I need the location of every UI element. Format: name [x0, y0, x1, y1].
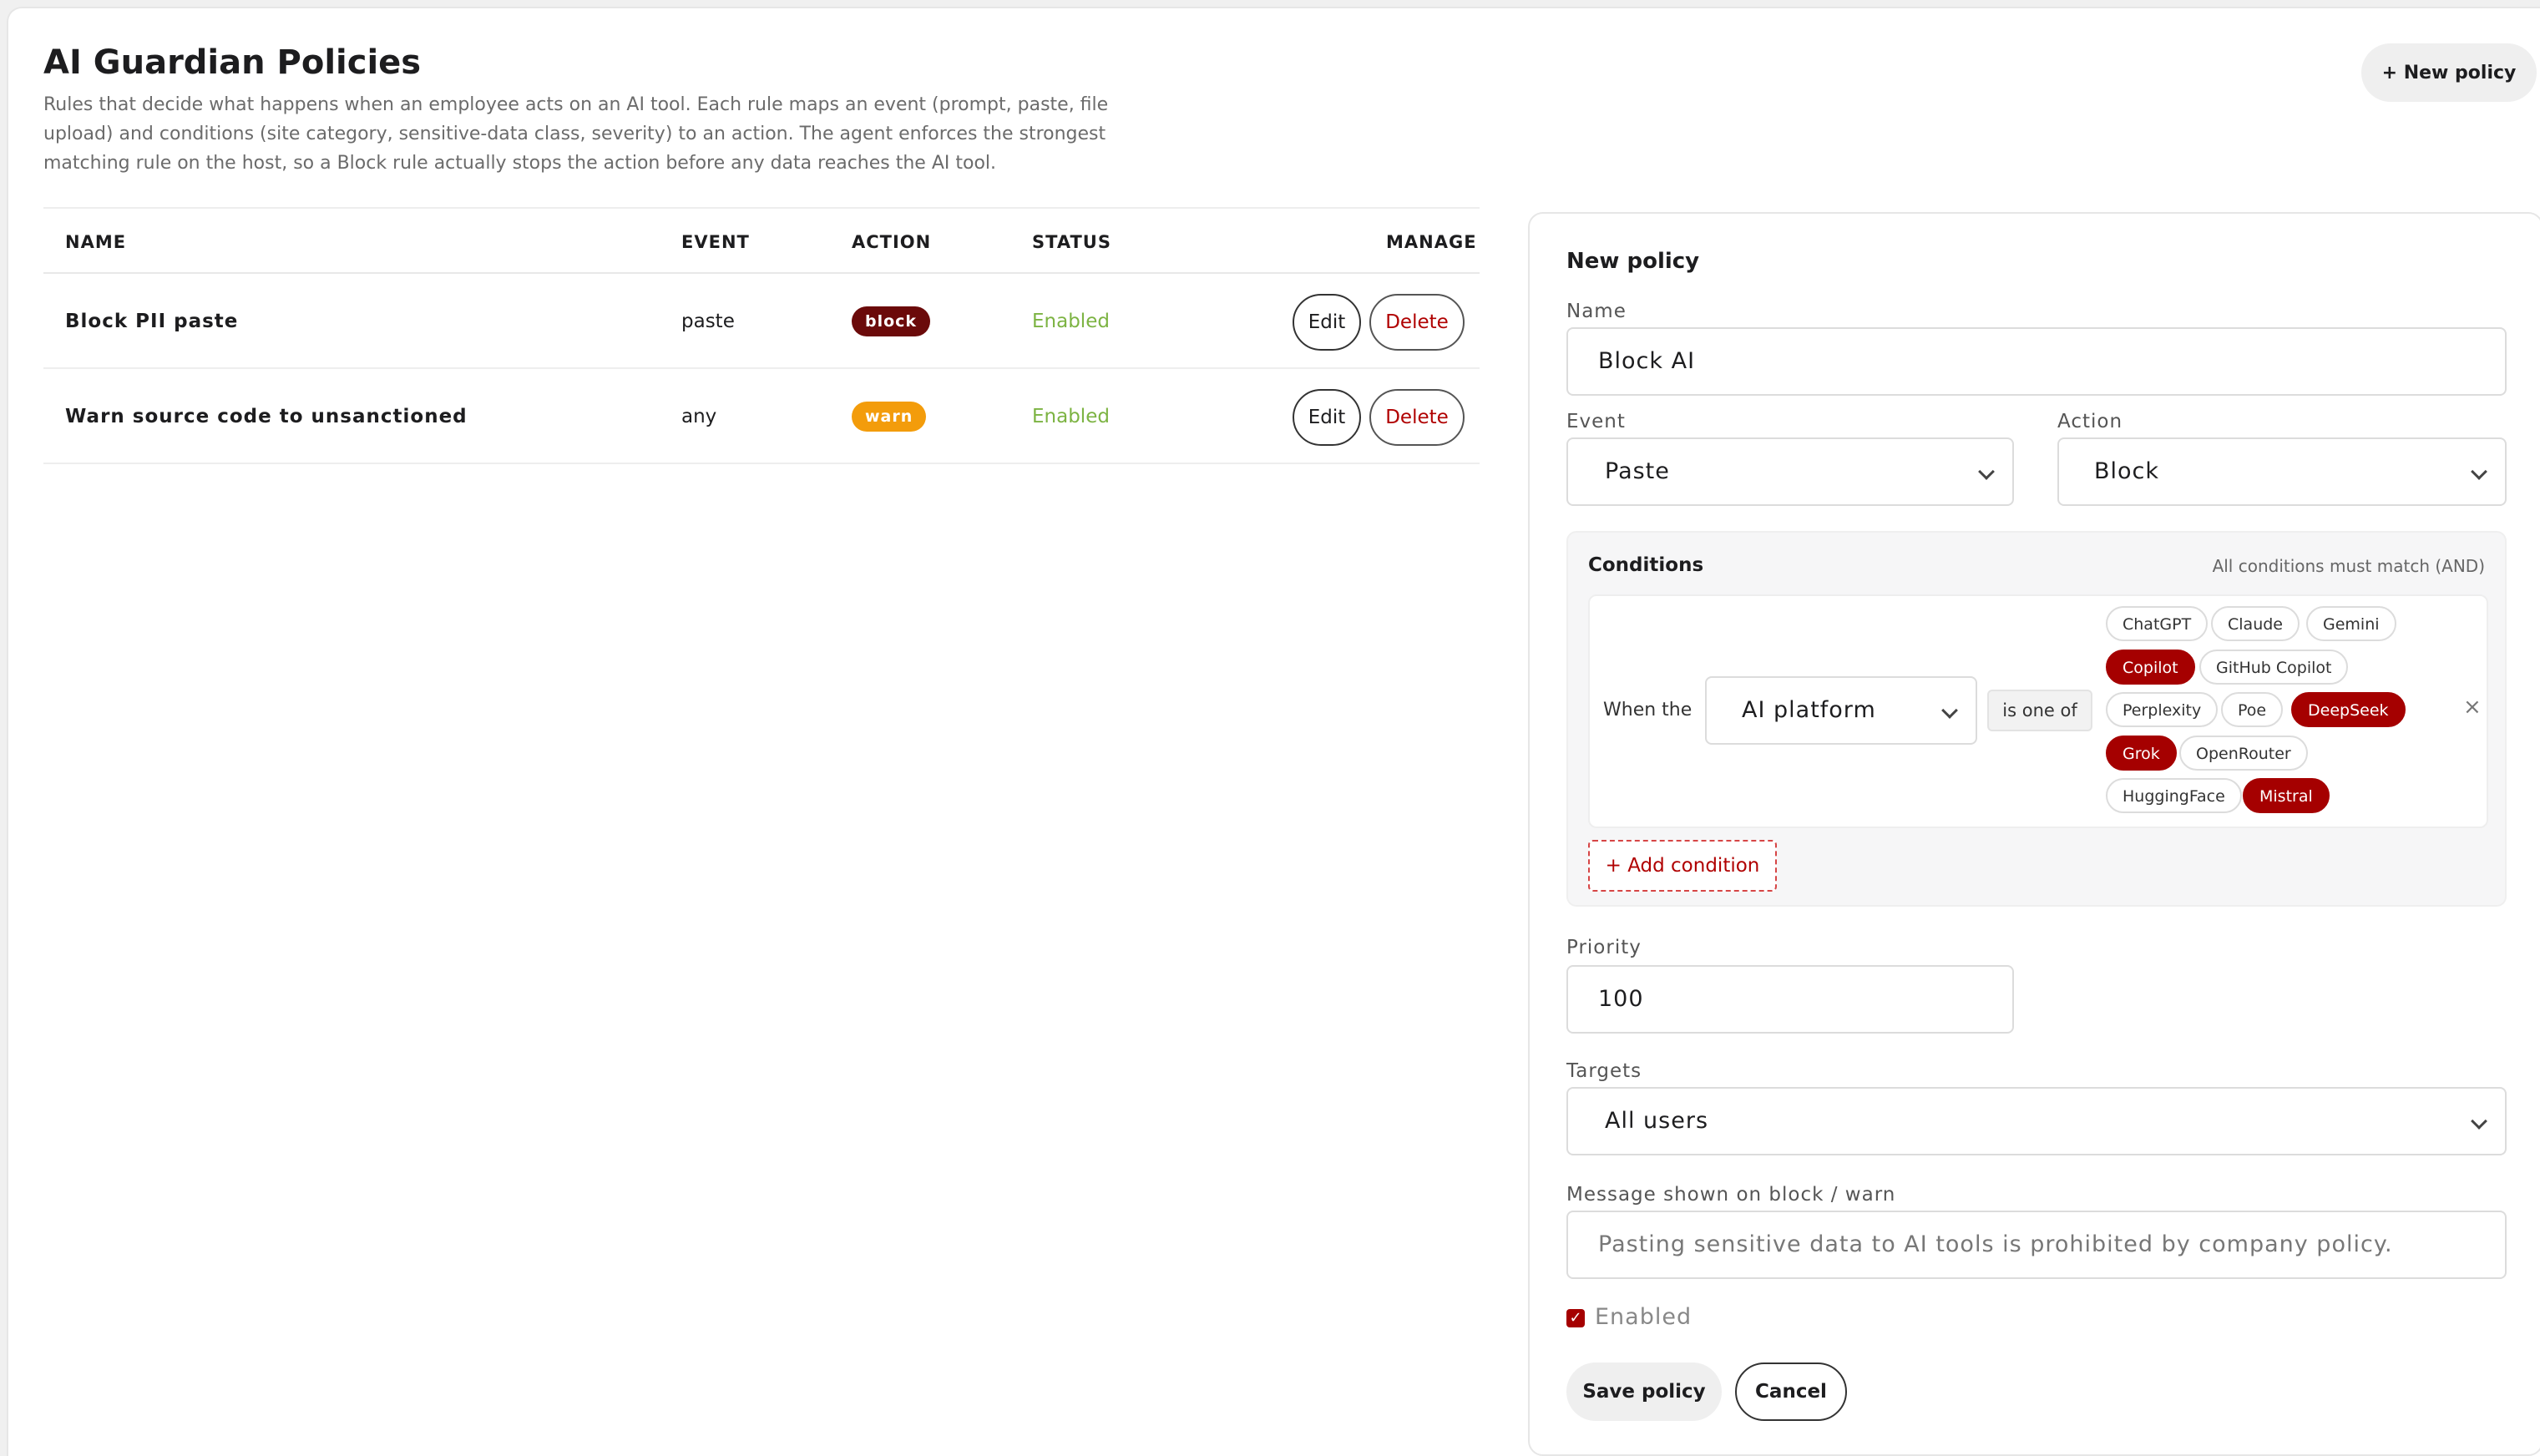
event-select[interactable]: Paste	[1566, 437, 2014, 506]
new-policy-panel: New policy Name Block AI Event Paste Act…	[1528, 212, 2540, 1456]
chip-mistral[interactable]: Mistral	[2243, 778, 2330, 813]
condition-operator[interactable]: is one of	[1987, 690, 2092, 731]
conditions-section: Conditions All conditions must match (AN…	[1566, 531, 2507, 907]
action-select-value: Block	[2094, 458, 2160, 484]
name-input[interactable]: Block AI	[1566, 327, 2507, 396]
chip-poe[interactable]: Poe	[2221, 692, 2284, 727]
message-label: Message shown on block / warn	[1566, 1184, 1896, 1206]
action-label: Action	[2057, 411, 2123, 432]
policy-event: paste	[681, 311, 735, 332]
column-header-event: EVENT	[681, 232, 750, 252]
column-header-status: STATUS	[1032, 232, 1111, 252]
chevron-down-icon	[1978, 463, 1995, 480]
cancel-button[interactable]: Cancel	[1735, 1362, 1847, 1421]
panel-title: New policy	[1566, 249, 1700, 274]
targets-select-value: All users	[1605, 1108, 1709, 1134]
table-header: NAME EVENT ACTION STATUS MANAGE	[43, 207, 1480, 274]
priority-label: Priority	[1566, 937, 1642, 958]
delete-button[interactable]: Delete	[1369, 294, 1465, 351]
column-header-action: ACTION	[852, 232, 932, 252]
conditions-title: Conditions	[1588, 554, 1704, 576]
condition-row: When the AI platform is one of ChatGPT C…	[1588, 594, 2488, 828]
chip-perplexity[interactable]: Perplexity	[2106, 692, 2219, 727]
chip-claude[interactable]: Claude	[2211, 606, 2300, 641]
chevron-down-icon	[1941, 702, 1958, 719]
priority-input[interactable]: 100	[1566, 965, 2014, 1034]
page-description: Rules that decide what happens when an e…	[43, 94, 1109, 174]
app-window: AI Guardian Policies Rules that decide w…	[7, 7, 2540, 1456]
remove-condition-icon[interactable]: ×	[2463, 695, 2482, 720]
chevron-down-icon	[2471, 1113, 2487, 1130]
policy-name: Block PII paste	[65, 311, 239, 332]
chip-grok[interactable]: Grok	[2106, 736, 2177, 771]
targets-label: Targets	[1566, 1060, 1642, 1082]
action-badge: warn	[852, 402, 927, 432]
delete-button[interactable]: Delete	[1369, 389, 1465, 446]
chip-openrouter[interactable]: OpenRouter	[2179, 736, 2308, 771]
chip-github-copilot[interactable]: GitHub Copilot	[2199, 650, 2349, 685]
status-text: Enabled	[1032, 311, 1110, 332]
message-input[interactable]: Pasting sensitive data to AI tools is pr…	[1566, 1211, 2507, 1279]
condition-field-value: AI platform	[1742, 697, 1876, 723]
chip-huggingface[interactable]: HuggingFace	[2106, 778, 2242, 813]
new-policy-button[interactable]: + New policy	[2361, 43, 2537, 102]
chevron-down-icon	[2471, 463, 2487, 480]
enabled-label: Enabled	[1595, 1304, 1692, 1330]
chip-chatgpt[interactable]: ChatGPT	[2106, 606, 2209, 641]
chip-copilot[interactable]: Copilot	[2106, 650, 2195, 685]
add-condition-button[interactable]: + Add condition	[1588, 840, 1777, 892]
page-title: AI Guardian Policies	[43, 43, 422, 82]
when-label: When the	[1603, 700, 1692, 720]
enabled-checkbox[interactable]: ✓	[1566, 1309, 1585, 1327]
policy-name: Warn source code to unsanctioned	[65, 406, 468, 427]
edit-button[interactable]: Edit	[1293, 294, 1361, 351]
edit-button[interactable]: Edit	[1293, 389, 1361, 446]
chip-deepseek[interactable]: DeepSeek	[2291, 692, 2406, 727]
chip-gemini[interactable]: Gemini	[2306, 606, 2396, 641]
policies-table: NAME EVENT ACTION STATUS MANAGE Block PI…	[43, 207, 1480, 464]
column-header-manage: MANAGE	[1386, 232, 1477, 252]
message-placeholder: Pasting sensitive data to AI tools is pr…	[1598, 1231, 2393, 1257]
event-label: Event	[1566, 411, 1626, 432]
action-select[interactable]: Block	[2057, 437, 2507, 506]
save-policy-button[interactable]: Save policy	[1566, 1362, 1722, 1421]
table-row: Warn source code to unsanctioned any war…	[43, 369, 1480, 464]
event-select-value: Paste	[1605, 458, 1670, 484]
conditions-note: All conditions must match (AND)	[2212, 556, 2485, 576]
column-header-name: NAME	[65, 232, 127, 252]
table-row: Block PII paste paste block Enabled Edit…	[43, 274, 1480, 369]
action-badge: block	[852, 306, 931, 336]
policy-event: any	[681, 406, 717, 427]
condition-field-select[interactable]: AI platform	[1705, 676, 1977, 745]
status-text: Enabled	[1032, 406, 1110, 427]
name-label: Name	[1566, 301, 1627, 322]
targets-select[interactable]: All users	[1566, 1087, 2507, 1155]
